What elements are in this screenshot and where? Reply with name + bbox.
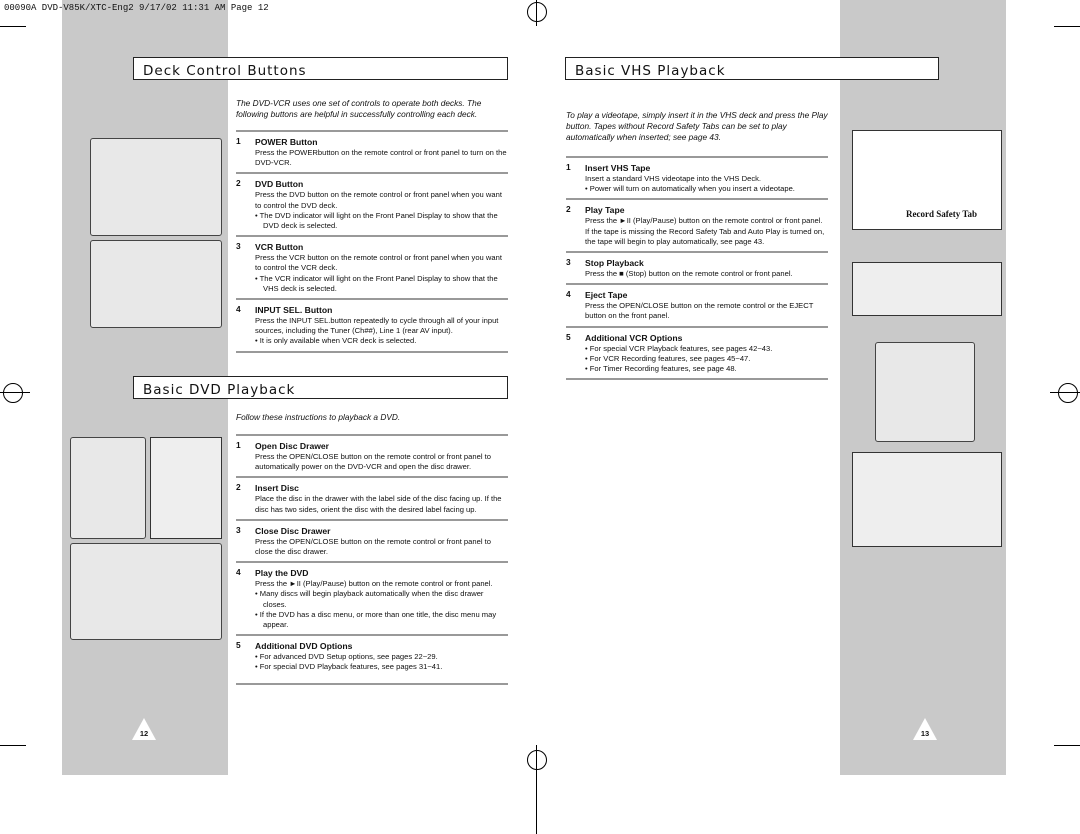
section-title-dvd-playback: Basic DVD Playback (133, 376, 508, 399)
instruction-step: 2 Insert Disc Place the disc in the drawer… (236, 476, 508, 518)
step-number: 2 (236, 482, 241, 493)
instruction-step: 4 Play the DVD Press the ►II (Play/Pause) … (236, 561, 508, 634)
crop-mark (1054, 26, 1080, 27)
crop-mark (1054, 745, 1080, 746)
instruction-step: 2 DVD Button Press the DVD button on the r… (236, 172, 508, 235)
step-heading: POWER Button (255, 137, 318, 147)
step-text: Press the VCR button on the remote contr… (255, 253, 502, 273)
registration-mark (527, 2, 547, 22)
instruction-step: 3 VCR Button Press the VCR button on the r… (236, 235, 508, 298)
step-text: Press the ►II (Play/Pause) button on the… (585, 216, 825, 246)
step-text: Press the ►II (Play/Pause) button on the… (255, 579, 493, 589)
divider (566, 378, 828, 381)
step-heading: VCR Button (255, 242, 304, 253)
divider (236, 682, 508, 685)
vcr-deck-illustration (852, 262, 1002, 316)
instruction-step: 5 Additional VCR Options • For special VCR… (566, 325, 828, 379)
step-bullet: • For Timer Recording features, see page… (585, 364, 737, 374)
remote-control-illustration (90, 138, 222, 236)
intro-text: Follow these instructions to playback a … (236, 412, 401, 422)
step-number: 3 (236, 524, 241, 535)
remote-control-illustration (70, 543, 222, 640)
step-text: Press the INPUT SEL.button repeatedly to… (255, 316, 499, 336)
instruction-step: 4 INPUT SEL. Button Press the INPUT SEL.bu… (236, 298, 508, 351)
step-bullet: • For special VCR Playback features, see… (585, 343, 773, 353)
step-bullet: • Many discs will begin playback automat… (255, 589, 484, 609)
step-heading: Stop Playback (585, 258, 644, 269)
step-number: 4 (566, 289, 571, 300)
instruction-step: 1 POWER Button Press the POWERbutton on th… (236, 130, 508, 172)
step-text: Press the POWERbutton on the remote cont… (255, 148, 507, 168)
dvd-playback-content: Follow these instructions to playback a … (236, 412, 508, 685)
step-text: Press the OPEN/CLOSE button on the remot… (585, 301, 814, 321)
step-heading: Insert VHS Tape (585, 163, 651, 173)
step-heading: Additional DVD Options (255, 641, 353, 652)
step-heading: Additional VCR Options (585, 332, 683, 343)
step-bullet: • For special DVD Playback features, see… (255, 662, 443, 672)
step-number: 3 (236, 241, 241, 252)
step-heading: Play the DVD (255, 568, 309, 579)
step-bullet: • If the DVD has a disc menu, or more th… (255, 609, 497, 630)
step-heading: Eject Tape (585, 290, 628, 301)
divider (236, 350, 508, 353)
vcr-front-panel-illustration (852, 452, 1002, 547)
page-number: 13 (920, 729, 930, 738)
crop-mark (0, 392, 30, 393)
step-bullet: • The VCR indicator will light on the Fr… (255, 273, 498, 293)
record-safety-tab-label: Record Safety Tab (906, 209, 978, 219)
step-heading: DVD Button (255, 179, 304, 190)
crop-mark (0, 745, 26, 746)
step-number: 2 (236, 178, 241, 189)
step-heading: Play Tape (585, 205, 625, 216)
step-text: Press the OPEN/CLOSE button on the remot… (255, 536, 491, 557)
crop-mark (0, 26, 26, 27)
instruction-step: 3 Stop Playback Press the ■ (Stop) button … (566, 251, 828, 283)
step-bullet: • It is only available when VCR deck is … (255, 336, 417, 346)
step-heading: Close Disc Drawer (255, 525, 331, 536)
step-heading: Open Disc Drawer (255, 441, 330, 451)
step-number: 5 (236, 640, 241, 651)
step-number: 1 (236, 440, 241, 450)
remote-control-illustration (90, 240, 222, 328)
step-bullet: • Power will turn on automatically when … (585, 184, 795, 194)
step-number: 3 (566, 257, 571, 268)
step-heading: Insert Disc (255, 483, 299, 494)
intro-text: The DVD-VCR uses one set of controls to … (236, 98, 482, 119)
step-number: 1 (236, 136, 241, 146)
registration-mark (1058, 383, 1078, 403)
remote-control-illustration (875, 342, 975, 442)
step-number: 1 (566, 162, 571, 172)
step-number: 4 (236, 304, 241, 315)
instruction-step: 5 Additional DVD Options • For advanced DV… (236, 634, 508, 676)
step-text: Insert a standard VHS videotape into the… (585, 174, 762, 183)
step-number: 2 (566, 204, 571, 215)
print-slug: 00090A DVD-V85K/XTC-Eng2 9/17/02 11:31 A… (4, 3, 269, 13)
instruction-step: 3 Close Disc Drawer Press the OPEN/CLOSE b… (236, 518, 508, 561)
section-title-vhs-playback: Basic VHS Playback (565, 57, 939, 80)
instruction-step: 4 Eject Tape Press the OPEN/CLOSE button o… (566, 283, 828, 325)
step-text: Place the disc in the drawer with the la… (255, 494, 502, 514)
crop-mark (1050, 392, 1080, 393)
intro-text: To play a videotape, simply insert it in… (566, 110, 828, 142)
deck-control-content: The DVD-VCR uses one set of controls to … (236, 98, 508, 353)
step-bullet: • For VCR Recording features, see pages … (585, 353, 751, 363)
step-text: Press the DVD button on the remote contr… (255, 190, 502, 210)
remote-control-illustration (70, 437, 146, 539)
instruction-step: 2 Play Tape Press the ►II (Play/Pause) but… (566, 198, 828, 251)
step-text: Press the OPEN/CLOSE button on the remot… (255, 452, 491, 472)
instruction-step: 1 Insert VHS Tape Insert a standard VHS vi… (566, 156, 828, 198)
front-panel-illustration (150, 437, 222, 539)
step-bullet: • The DVD indicator will light on the Fr… (255, 210, 498, 231)
step-bullet: • For advanced DVD Setup options, see pa… (255, 652, 438, 662)
instruction-step: 1 Open Disc Drawer Press the OPEN/CLOSE bu… (236, 434, 508, 476)
step-number: 4 (236, 567, 241, 578)
step-heading: INPUT SEL. Button (255, 305, 333, 316)
section-title-deck-control: Deck Control Buttons (133, 57, 508, 80)
page-number: 12 (139, 729, 149, 738)
step-number: 5 (566, 331, 571, 342)
registration-mark (527, 750, 547, 770)
vhs-playback-content: To play a videotape, simply insert it in… (566, 110, 828, 381)
step-text: Press the ■ (Stop) button on the remote … (585, 269, 793, 279)
registration-mark (3, 383, 23, 403)
